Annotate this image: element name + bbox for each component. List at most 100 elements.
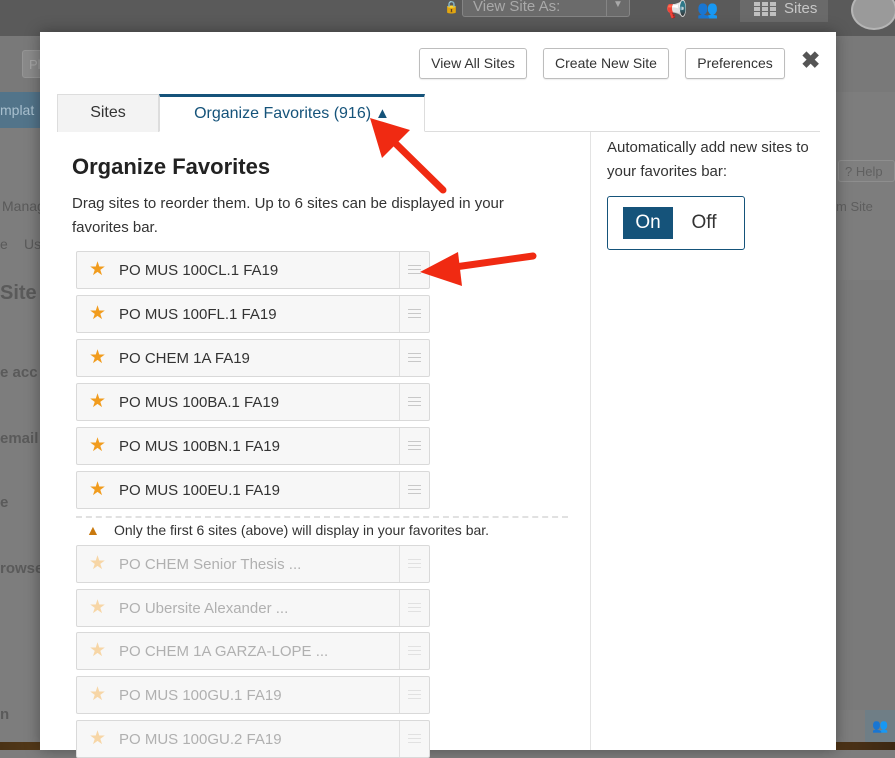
drag-handle[interactable] [399, 296, 429, 332]
background-text: rowse [0, 560, 44, 577]
view-site-as-placeholder: View Site As: [473, 0, 561, 15]
overflow-site-row[interactable]: ★ PO CHEM 1A GARZA-LOPE ... [76, 632, 430, 670]
drag-handle[interactable] [399, 546, 429, 582]
drag-handle[interactable] [399, 633, 429, 669]
sites-label: Sites [784, 0, 818, 17]
view-all-sites-button[interactable]: View All Sites [419, 48, 527, 79]
site-name: PO CHEM 1A FA19 [119, 350, 250, 367]
preferences-button[interactable]: Preferences [685, 48, 785, 79]
drag-handle-icon [408, 397, 421, 406]
page-title: Organize Favorites [72, 154, 271, 179]
favorite-site-row[interactable]: ★ PO MUS 100EU.1 FA19 [76, 471, 430, 509]
site-name: PO MUS 100BN.1 FA19 [119, 438, 280, 455]
toggle-on-option[interactable]: On [623, 207, 673, 239]
drag-handle[interactable] [399, 472, 429, 508]
site-name: PO MUS 100BA.1 FA19 [119, 394, 280, 411]
top-navigation-bar: 🔒 View Site As: ▼ 📢 👥 Sites [0, 0, 895, 36]
site-name: PO CHEM 1A GARZA-LOPE ... [119, 643, 329, 660]
grid-icon [754, 2, 776, 16]
site-name: PO MUS 100GU.2 FA19 [119, 731, 282, 748]
drag-handle-icon [408, 734, 421, 743]
drag-handle-icon [408, 559, 421, 568]
toggle-off-option[interactable]: Off [679, 207, 729, 239]
close-icon[interactable]: ✖ [801, 49, 820, 72]
site-name: PO MUS 100FL.1 FA19 [119, 306, 277, 323]
organize-favorites-dialog: View All Sites Create New Site Preferenc… [40, 32, 836, 758]
lock-icon: 🔒 [444, 0, 459, 14]
background-text: Manag [2, 198, 45, 214]
favorite-site-row[interactable]: ★ PO CHEM 1A FA19 [76, 339, 430, 377]
star-icon[interactable]: ★ [89, 641, 109, 661]
site-name: PO MUS 100CL.1 FA19 [119, 262, 279, 279]
star-icon[interactable]: ★ [89, 480, 109, 500]
star-icon[interactable]: ★ [89, 304, 109, 324]
favorite-site-row[interactable]: ★ PO MUS 100CL.1 FA19 [76, 251, 430, 289]
drag-handle[interactable] [399, 340, 429, 376]
drag-handle-icon [408, 353, 421, 362]
help-button[interactable]: ? Help [838, 160, 895, 182]
star-icon[interactable]: ★ [89, 598, 109, 618]
star-icon[interactable]: ★ [89, 554, 109, 574]
limit-notice-text: Only the first 6 sites (above) will disp… [114, 522, 490, 538]
background-text: n [0, 706, 10, 723]
chevron-down-icon: ▼ [606, 0, 629, 16]
drag-handle[interactable] [399, 384, 429, 420]
tab-organize-favorites-label: Organize Favorites (916) [194, 105, 372, 122]
background-text: e [0, 494, 9, 511]
background-panel [835, 280, 895, 710]
background-text: Us [24, 236, 42, 252]
warning-icon: ▲ [375, 105, 390, 122]
background-text: m Site [836, 199, 873, 214]
favorite-site-row[interactable]: ★ PO MUS 100BN.1 FA19 [76, 427, 430, 465]
background-text: email [0, 430, 39, 447]
users-icon: 👥 [872, 718, 889, 733]
site-name: PO MUS 100GU.1 FA19 [119, 687, 282, 704]
drag-handle[interactable] [399, 428, 429, 464]
view-site-as: 🔒 View Site As: ▼ [444, 0, 630, 18]
star-icon[interactable]: ★ [89, 685, 109, 705]
overflow-site-row[interactable]: ★ PO CHEM Senior Thesis ... [76, 545, 430, 583]
background-text: e acc [0, 364, 38, 381]
drag-handle-icon [408, 441, 421, 450]
favorites-limit-divider [76, 516, 568, 518]
site-name: PO MUS 100EU.1 FA19 [119, 482, 280, 499]
drag-handle[interactable] [399, 590, 429, 626]
megaphone-icon[interactable]: 📢 [666, 0, 687, 20]
tab-sites[interactable]: Sites [57, 94, 159, 132]
drag-handle-icon [408, 265, 421, 274]
limit-notice: ▲ Only the first 6 sites (above) will dis… [86, 522, 489, 538]
users-icon[interactable]: 👥 [697, 0, 718, 20]
star-icon[interactable]: ★ [89, 260, 109, 280]
drag-handle[interactable] [399, 677, 429, 713]
star-icon[interactable]: ★ [89, 348, 109, 368]
warning-icon: ▲ [86, 522, 100, 538]
view-site-as-select[interactable]: View Site As: ▼ [462, 0, 630, 17]
tab-organize-favorites[interactable]: Organize Favorites (916) ▲ [159, 94, 425, 132]
drag-handle-icon [408, 309, 421, 318]
drag-handle-icon [408, 603, 421, 612]
tab-sites-label: Sites [90, 104, 126, 121]
drag-handle[interactable] [399, 252, 429, 288]
drag-handle-icon [408, 485, 421, 494]
avatar[interactable] [851, 0, 895, 30]
overflow-site-row[interactable]: ★ PO MUS 100GU.2 FA19 [76, 720, 430, 758]
star-icon[interactable]: ★ [89, 392, 109, 412]
background-text: e [0, 236, 8, 252]
drag-handle-icon [408, 646, 421, 655]
sites-button[interactable]: Sites [740, 0, 828, 22]
overflow-site-row[interactable]: ★ PO Ubersite Alexander ... [76, 589, 430, 627]
create-new-site-button[interactable]: Create New Site [543, 48, 669, 79]
background-heading: Site [0, 282, 37, 304]
background-corner-button[interactable]: 👥 [865, 710, 895, 742]
favorite-site-row[interactable]: ★ PO MUS 100FL.1 FA19 [76, 295, 430, 333]
overflow-site-row[interactable]: ★ PO MUS 100GU.1 FA19 [76, 676, 430, 714]
auto-add-toggle[interactable]: On Off [607, 196, 745, 250]
star-icon[interactable]: ★ [89, 729, 109, 749]
drag-handle[interactable] [399, 721, 429, 757]
star-icon[interactable]: ★ [89, 436, 109, 456]
background-tab: mplat [0, 92, 40, 128]
site-name: PO CHEM Senior Thesis ... [119, 556, 302, 573]
instructions: Drag sites to reorder them. Up to 6 site… [72, 195, 504, 236]
auto-add-label: Automatically add new sites to your favo… [607, 139, 809, 180]
favorite-site-row[interactable]: ★ PO MUS 100BA.1 FA19 [76, 383, 430, 421]
